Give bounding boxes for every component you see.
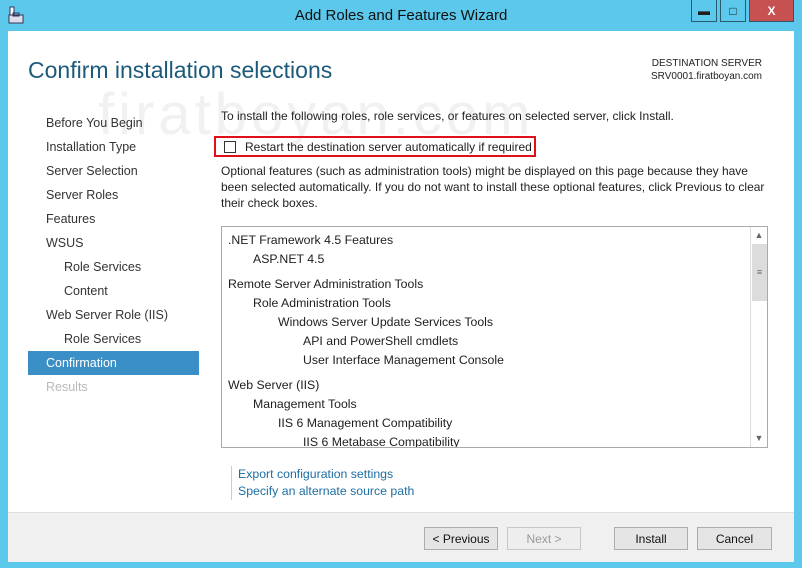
feature-item: Windows Server Update Services Tools <box>278 315 494 329</box>
selections-list: .NET Framework 4.5 Features ASP.NET 4.5 Re… <box>221 226 768 448</box>
links: Export configuration settings Specify an… <box>231 466 414 500</box>
feature-item: Web Server (IIS) <box>228 378 320 392</box>
title-bar: Add Roles and Features Wizard ▬ □ X <box>0 0 802 31</box>
vertical-scrollbar[interactable]: ▲ ≡ ▼ <box>750 227 767 447</box>
destination-label: DESTINATION SERVER <box>651 58 762 69</box>
maximize-button[interactable]: □ <box>720 0 746 22</box>
scroll-up-icon[interactable]: ▲ <box>751 227 767 244</box>
destination-server: DESTINATION SERVER SRV0001.firatboyan.co… <box>651 57 762 83</box>
feature-item: ASP.NET 4.5 <box>253 252 325 266</box>
nav-step[interactable]: Installation Type <box>28 135 199 159</box>
nav-step[interactable]: WSUS <box>28 231 199 255</box>
intro-text: To install the following roles, role ser… <box>221 109 674 123</box>
feature-item: .NET Framework 4.5 Features <box>228 233 394 247</box>
feature-item: Remote Server Administration Tools <box>228 277 424 291</box>
feature-item: IIS 6 Metabase Compatibility <box>303 435 460 448</box>
feature-item: API and PowerShell cmdlets <box>303 334 459 348</box>
close-button[interactable]: X <box>749 0 794 22</box>
footer: < Previous Next > Install Cancel <box>8 512 794 562</box>
page-title: Confirm installation selections <box>28 57 333 83</box>
nav-step[interactable]: Role Services <box>28 327 199 351</box>
export-configuration-link[interactable]: Export configuration settings <box>238 466 414 483</box>
nav-step[interactable]: Web Server Role (IIS) <box>28 303 199 327</box>
previous-button[interactable]: < Previous <box>424 527 498 550</box>
nav-step[interactable]: Before You Begin <box>28 111 199 135</box>
feature-item: Role Administration Tools <box>253 296 391 310</box>
nav-step[interactable]: Confirmation <box>28 351 199 375</box>
nav-step: Results <box>46 380 88 394</box>
wizard-body: firatboyan.com Confirm installation sele… <box>8 31 794 562</box>
window-title: Add Roles and Features Wizard <box>294 7 508 24</box>
cancel-button[interactable]: Cancel <box>697 527 772 550</box>
next-button[interactable]: Next > <box>507 527 581 550</box>
feature-item: User Interface Management Console <box>303 353 504 367</box>
nav-step[interactable]: Content <box>28 279 199 303</box>
main-panel: To install the following roles, role ser… <box>214 109 771 500</box>
nav-step[interactable]: Server Selection <box>28 159 199 183</box>
optional-note: Optional features (such as administratio… <box>221 164 765 210</box>
minimize-button[interactable]: ▬ <box>691 0 717 22</box>
scroll-down-icon[interactable]: ▼ <box>751 430 767 447</box>
nav-step[interactable]: Features <box>28 207 199 231</box>
destination-server-name: SRV0001.firatboyan.com <box>651 71 762 82</box>
nav-step[interactable]: Server Roles <box>28 183 199 207</box>
install-button[interactable]: Install <box>614 527 688 550</box>
nav-step[interactable]: Role Services <box>28 255 199 279</box>
wizard-steps: Before You Begin Installation Type Server … <box>28 111 199 399</box>
restart-highlight: Restart the destination server automatic… <box>214 136 536 157</box>
alternate-source-link[interactable]: Specify an alternate source path <box>238 483 414 500</box>
restart-label[interactable]: Restart the destination server automatic… <box>245 140 532 154</box>
feature-item: IIS 6 Management Compatibility <box>278 416 453 430</box>
feature-item: Management Tools <box>253 397 357 411</box>
restart-checkbox[interactable] <box>224 140 236 153</box>
scroll-thumb[interactable]: ≡ <box>752 244 767 301</box>
